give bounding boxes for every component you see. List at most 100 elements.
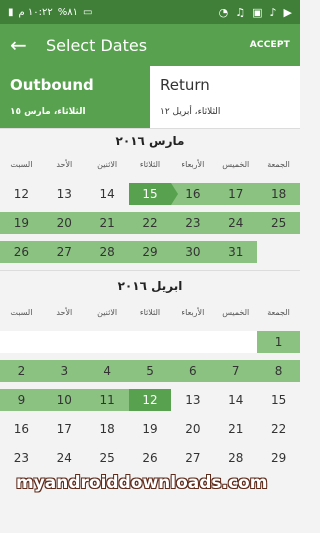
battery-text: %٨١ xyxy=(57,6,79,18)
weekday-label: الثلاثاء xyxy=(139,307,161,317)
selected-day-cell[interactable]: 12 xyxy=(121,389,172,411)
signal-icon: ▮ xyxy=(8,6,14,18)
day-cell xyxy=(43,331,86,353)
day-cell[interactable]: 23 xyxy=(0,447,43,469)
day-cell[interactable]: 28 xyxy=(85,241,129,263)
weekday-header: الجمعة الخميس الأربعاء الثلاثاء الاثنين … xyxy=(0,152,300,176)
weekday-label: الأربعاء xyxy=(181,307,205,317)
week-row: 22 21 20 19 18 17 16 xyxy=(0,418,300,440)
week-row: 18 17 16 15 14 13 12 xyxy=(0,183,300,205)
weekday-label: الاثنين xyxy=(97,307,118,317)
calendar: مارس ٢٠١٦ الجمعة الخميس الأربعاء الثلاثا… xyxy=(0,128,300,469)
day-cell[interactable]: 5 xyxy=(129,360,172,382)
day-cell[interactable]: 9 xyxy=(0,389,43,411)
day-cell[interactable]: 20 xyxy=(171,418,214,440)
day-cell[interactable]: 4 xyxy=(86,360,129,382)
day-cell[interactable]: 12 xyxy=(0,183,43,205)
date-tabs: Outbound الثلاثاء، مارس ١٥ Return الثلاث… xyxy=(0,66,300,128)
day-cell[interactable]: 31 xyxy=(214,241,258,263)
accept-button[interactable]: ACCEPT xyxy=(250,40,290,50)
weekday-label: السبت xyxy=(10,307,33,317)
day-cell[interactable]: 18 xyxy=(257,183,300,205)
day-cell[interactable]: 25 xyxy=(86,447,129,469)
day-cell[interactable]: 7 xyxy=(214,360,257,382)
outbound-label: Outbound xyxy=(10,76,94,94)
day-cell[interactable]: 14 xyxy=(85,183,129,205)
week-row: 8 7 6 5 4 3 2 xyxy=(0,360,300,382)
music-icon: ♪ xyxy=(269,5,277,19)
time-text: ١٠:٢٢ م xyxy=(18,6,53,18)
battery-icon: ▭ xyxy=(83,6,93,18)
day-cell[interactable]: 28 xyxy=(214,447,257,469)
weekday-label: الخميس xyxy=(222,307,250,317)
day-cell[interactable]: 19 xyxy=(129,418,172,440)
day-cell[interactable]: 20 xyxy=(43,212,86,234)
play-icon: ▶ xyxy=(283,5,292,19)
day-cell xyxy=(86,331,129,353)
month-header-april: ابريل ٢٠١٦ xyxy=(0,270,300,300)
day-cell[interactable]: 30 xyxy=(171,241,215,263)
day-cell[interactable]: 29 xyxy=(257,447,300,469)
week-row: 1 xyxy=(0,331,300,353)
day-cell xyxy=(171,331,214,353)
day-cell[interactable]: 11 xyxy=(85,389,129,411)
day-cell[interactable]: 29 xyxy=(128,241,172,263)
day-cell[interactable]: 8 xyxy=(257,360,300,382)
day-cell[interactable]: 17 xyxy=(43,418,86,440)
day-cell[interactable]: 24 xyxy=(43,447,86,469)
day-cell[interactable]: 26 xyxy=(0,241,43,263)
image-icon: ▣ xyxy=(252,5,263,19)
weekday-header: الجمعة الخميس الأربعاء الثلاثاء الاثنين … xyxy=(0,300,300,324)
day-cell[interactable]: 22 xyxy=(129,212,172,234)
day-cell[interactable]: 22 xyxy=(257,418,300,440)
weekday-label: الخميس xyxy=(222,159,250,169)
day-cell[interactable]: 18 xyxy=(86,418,129,440)
day-cell[interactable]: 17 xyxy=(214,183,258,205)
app-toolbar: ← Select Dates ACCEPT xyxy=(0,24,300,66)
day-cell[interactable]: 15 xyxy=(257,389,300,411)
return-label: Return xyxy=(160,76,210,94)
day-cell xyxy=(214,331,257,353)
status-right: ◔ ♫ ▣ ♪ ▶ xyxy=(219,6,292,19)
weekday-label: الأحد xyxy=(56,307,73,317)
week-row: 25 24 23 22 21 20 19 xyxy=(0,212,300,234)
weekday-label: الأحد xyxy=(56,159,73,169)
day-cell[interactable]: 25 xyxy=(257,212,300,234)
weekday-label: الأربعاء xyxy=(181,159,205,169)
day-cell[interactable]: 19 xyxy=(0,212,43,234)
day-cell[interactable]: 24 xyxy=(214,212,257,234)
weekday-label: الاثنين xyxy=(97,159,118,169)
tab-outbound[interactable]: Outbound الثلاثاء، مارس ١٥ xyxy=(0,66,150,128)
day-cell[interactable]: 21 xyxy=(214,418,257,440)
day-cell[interactable]: 2 xyxy=(0,360,43,382)
page-title: Select Dates xyxy=(46,35,148,55)
week-row: 15 14 13 12 11 10 9 xyxy=(0,389,300,411)
day-cell[interactable]: 27 xyxy=(42,241,86,263)
day-cell[interactable]: 13 xyxy=(171,389,214,411)
day-cell[interactable]: 6 xyxy=(171,360,214,382)
headphones-icon: ♫ xyxy=(235,5,246,19)
day-cell[interactable] xyxy=(257,241,300,263)
day-cell[interactable]: 16 xyxy=(0,418,43,440)
day-cell[interactable]: 14 xyxy=(214,389,257,411)
day-cell[interactable]: 21 xyxy=(86,212,129,234)
day-cell[interactable]: 10 xyxy=(42,389,86,411)
status-bar: ▮ ١٠:٢٢ م %٨١ ▭ ◔ ♫ ▣ ♪ ▶ xyxy=(0,0,300,24)
wifi-icon: ◔ xyxy=(218,5,229,19)
status-left: ▮ ١٠:٢٢ م %٨١ ▭ xyxy=(8,7,92,18)
weekday-label: الجمعة xyxy=(267,307,290,317)
month-header-march: مارس ٢٠١٦ xyxy=(0,128,300,152)
day-cell[interactable]: 3 xyxy=(43,360,86,382)
day-cell xyxy=(0,331,43,353)
selected-day-cell[interactable]: 15 xyxy=(128,183,179,205)
return-date: الثلاثاء، أبريل ١٢ xyxy=(160,107,221,117)
day-cell[interactable]: 13 xyxy=(42,183,86,205)
day-cell[interactable]: 26 xyxy=(129,447,172,469)
tab-return[interactable]: Return الثلاثاء، أبريل ١٢ xyxy=(150,66,300,128)
weekday-label: السبت xyxy=(10,159,33,169)
back-arrow-icon[interactable]: ← xyxy=(10,33,36,57)
day-cell[interactable]: 1 xyxy=(257,331,300,353)
day-cell[interactable]: 23 xyxy=(171,212,214,234)
weekday-label: الجمعة xyxy=(267,159,290,169)
day-cell[interactable]: 27 xyxy=(171,447,214,469)
